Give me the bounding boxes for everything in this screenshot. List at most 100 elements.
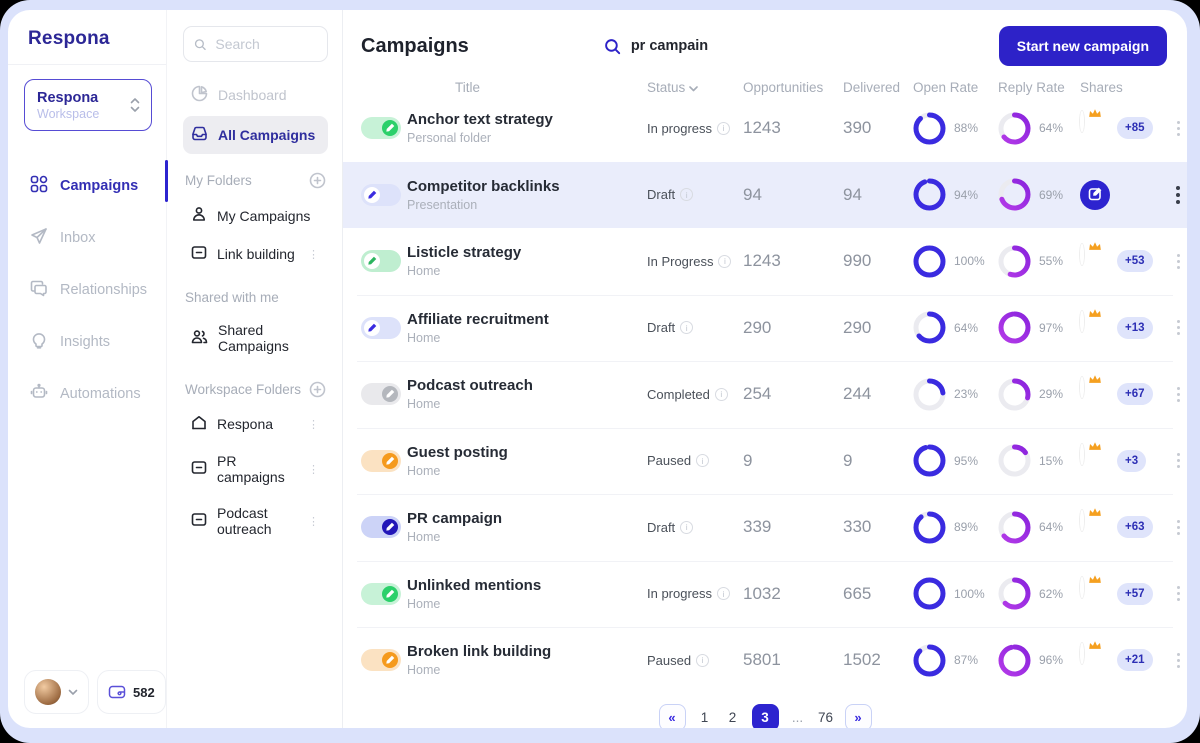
info-icon[interactable]: i: [717, 122, 730, 135]
profile-button[interactable]: [24, 670, 89, 714]
campaign-toggle[interactable]: [361, 583, 401, 605]
campaign-toggle[interactable]: [361, 250, 401, 272]
start-new-campaign-button[interactable]: Start new campaign: [999, 26, 1167, 66]
pagination-prev-button[interactable]: «: [659, 704, 686, 729]
folder-item-shared-campaigns[interactable]: Shared Campaigns: [183, 313, 328, 363]
campaign-row[interactable]: Guest posting Home Paused i 9 9 95% 15% …: [343, 428, 1187, 495]
folder-item-dashboard[interactable]: Dashboard: [183, 76, 328, 114]
delivered-value: 1502: [843, 650, 913, 670]
row-menu-icon[interactable]: [1168, 586, 1187, 601]
shares-count-badge[interactable]: +67: [1117, 383, 1153, 405]
row-menu-icon[interactable]: [1168, 653, 1187, 668]
row-menu-icon[interactable]: [1168, 320, 1187, 335]
donut-chart: [998, 577, 1031, 610]
avatar: [1080, 643, 1084, 664]
shares-count-badge[interactable]: +85: [1117, 117, 1153, 139]
sidebar-item-inbox[interactable]: Inbox: [8, 217, 166, 259]
campaign-toggle[interactable]: [361, 317, 401, 339]
folders-sections: My Folders My Campaigns Link building⋮Sh…: [183, 172, 328, 546]
shares-count-badge[interactable]: +57: [1117, 583, 1153, 605]
info-icon[interactable]: i: [718, 255, 731, 268]
campaign-row[interactable]: Podcast outreach Home Completed i 254 24…: [343, 361, 1187, 428]
shares-cell: +21: [1080, 645, 1168, 675]
row-menu-icon[interactable]: [1168, 254, 1187, 269]
pagination-page-3[interactable]: 3: [752, 704, 779, 729]
folder-menu-icon[interactable]: ⋮: [308, 248, 320, 261]
donut-chart: [913, 112, 946, 145]
campaign-search-input[interactable]: [631, 38, 851, 54]
add-folder-button[interactable]: [309, 172, 326, 189]
campaign-row[interactable]: Anchor text strategy Personal folder In …: [343, 95, 1187, 162]
pagination-page-1[interactable]: 1: [696, 710, 714, 725]
shares-count-badge[interactable]: +21: [1117, 649, 1153, 671]
sidebar-item-campaigns[interactable]: Campaigns: [8, 165, 166, 207]
shares-count-badge[interactable]: +13: [1117, 317, 1153, 339]
campaign-title: Broken link building: [407, 643, 647, 660]
campaign-row[interactable]: Competitor backlinks Presentation Draft …: [343, 162, 1187, 229]
info-icon[interactable]: i: [717, 587, 730, 600]
open-rate-cell: 89%: [913, 511, 998, 544]
reply-rate-value: 62%: [1039, 587, 1063, 601]
workspace-selector[interactable]: Respona Workspace: [24, 79, 152, 131]
campaign-row[interactable]: Listicle strategy Home In Progress i 124…: [343, 228, 1187, 295]
edit-campaign-button[interactable]: [1080, 180, 1110, 210]
folder-search-input[interactable]: [215, 36, 317, 52]
row-menu-icon[interactable]: [1168, 453, 1187, 468]
info-icon[interactable]: i: [680, 188, 693, 201]
avatar: [1080, 111, 1084, 132]
status-cell: Completed i: [647, 387, 743, 402]
info-icon[interactable]: i: [680, 521, 693, 534]
folder-search[interactable]: [183, 26, 328, 62]
campaign-row[interactable]: Affiliate recruitment Home Draft i 290 2…: [343, 295, 1187, 362]
campaign-toggle[interactable]: [361, 383, 401, 405]
shares-count-badge[interactable]: +63: [1117, 516, 1153, 538]
row-menu-icon[interactable]: [1168, 121, 1187, 136]
shares-count-badge[interactable]: +3: [1117, 450, 1146, 472]
shares-count-badge[interactable]: +53: [1117, 250, 1153, 272]
campaign-title-cell: Broken link building Home: [407, 643, 647, 677]
campaign-search[interactable]: [604, 38, 999, 55]
campaign-toggle[interactable]: [361, 117, 401, 139]
pencil-icon: [386, 385, 395, 403]
pagination-next-button[interactable]: »: [845, 704, 872, 729]
folder-item-respona[interactable]: Respona⋮: [183, 406, 328, 442]
info-icon[interactable]: i: [715, 388, 728, 401]
sidebar-item-automations[interactable]: Automations: [8, 373, 166, 415]
row-menu-icon[interactable]: [1168, 520, 1187, 535]
campaign-row[interactable]: PR campaign Home Draft i 339 330 89% 64%…: [343, 494, 1187, 561]
folder-item-all-campaigns[interactable]: All Campaigns: [183, 116, 328, 154]
folder-menu-icon[interactable]: ⋮: [308, 418, 320, 431]
campaign-row[interactable]: Unlinked mentions Home In progress i 103…: [343, 561, 1187, 628]
sidebar-item-insights[interactable]: Insights: [8, 321, 166, 363]
reply-rate-value: 97%: [1039, 321, 1063, 335]
pagination-page-2[interactable]: 2: [724, 710, 742, 725]
folder-item-podcast-outreach[interactable]: Podcast outreach⋮: [183, 496, 328, 546]
campaign-toggle[interactable]: [361, 516, 401, 538]
folder-item-my-campaigns[interactable]: My Campaigns: [183, 197, 328, 234]
reply-rate-value: 69%: [1039, 188, 1063, 202]
campaign-toggle[interactable]: [361, 184, 401, 206]
campaign-toggle[interactable]: [361, 450, 401, 472]
col-status[interactable]: Status: [647, 80, 743, 95]
folder-item-link-building[interactable]: Link building⋮: [183, 236, 328, 272]
info-icon[interactable]: i: [680, 321, 693, 334]
campaign-row[interactable]: Broken link building Home Paused i 5801 …: [343, 627, 1187, 694]
sidebar-item-relationships[interactable]: Relationships: [8, 269, 166, 311]
open-rate-value: 100%: [954, 587, 985, 601]
info-icon[interactable]: i: [696, 454, 709, 467]
info-icon[interactable]: i: [696, 654, 709, 667]
donut-chart: [913, 178, 946, 211]
folder-menu-icon[interactable]: ⋮: [308, 463, 320, 476]
folder-item-pr-campaigns[interactable]: PR campaigns⋮: [183, 444, 328, 494]
campaign-toggle[interactable]: [361, 649, 401, 671]
row-menu-icon[interactable]: [1168, 186, 1187, 204]
pagination-page-76[interactable]: 76: [817, 710, 835, 725]
folder-menu-icon[interactable]: ⋮: [308, 515, 320, 528]
active-nav-indicator: [165, 160, 168, 202]
row-menu-icon[interactable]: [1168, 387, 1187, 402]
credits-button[interactable]: 582: [97, 670, 166, 714]
add-folder-button[interactable]: [309, 381, 326, 398]
campaign-title: Listicle strategy: [407, 244, 647, 261]
workspace-label: Workspace: [37, 107, 99, 121]
opportunities-value: 1032: [743, 584, 843, 604]
